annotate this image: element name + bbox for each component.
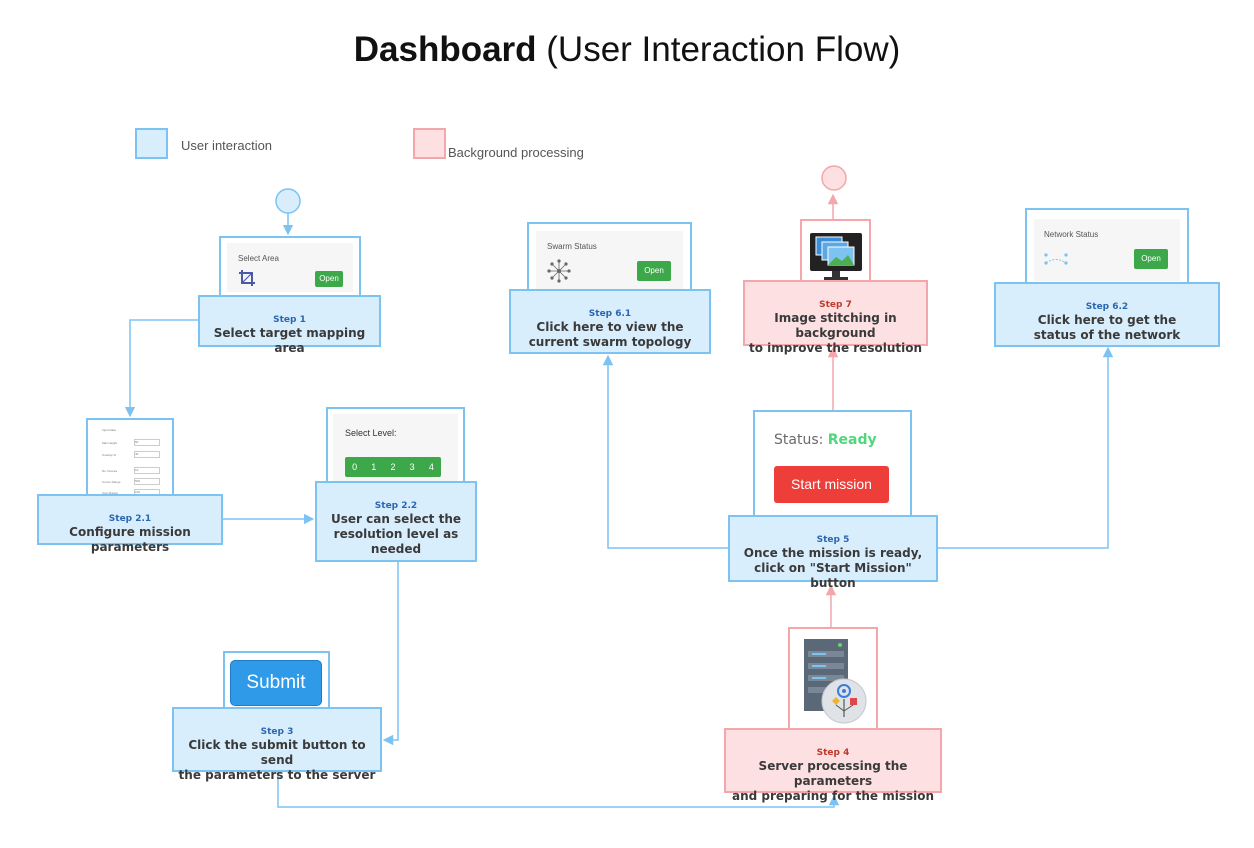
step-4-desc-1: Server processing the parameters bbox=[758, 759, 908, 788]
step-7-desc-1: Image stitching in background bbox=[774, 311, 897, 340]
step-6-1-desc-2: current swarm topology bbox=[528, 335, 692, 349]
step-6-1-number: Step 6.1 bbox=[588, 309, 632, 319]
step-1-desc-1: Select target mapping area bbox=[213, 326, 366, 355]
step-2-2-box: Step 2.2 User can select the resolution … bbox=[315, 481, 477, 562]
step-2-1-number: Step 2.1 bbox=[108, 514, 152, 524]
select-area-title: Select Area bbox=[238, 254, 279, 263]
step-1-number: Step 1 bbox=[273, 315, 306, 325]
step-3-desc-2: the parameters to the server bbox=[178, 768, 376, 782]
legend-background-label: Background processing bbox=[448, 145, 584, 160]
server-card bbox=[788, 627, 878, 740]
level-option-2[interactable]: 2 bbox=[390, 462, 395, 472]
step-1-box: Step 1 Select target mapping area bbox=[198, 295, 381, 355]
step-2-2-desc-1: User can select the bbox=[330, 512, 462, 526]
end-node bbox=[821, 165, 847, 191]
start-mission-card: Status: Ready Start mission bbox=[753, 410, 912, 528]
submit-button[interactable]: Submit bbox=[230, 660, 322, 706]
step-3-number: Step 3 bbox=[260, 727, 294, 737]
swarm-status-open-button[interactable]: Open bbox=[637, 261, 671, 281]
select-level-title: Select Level: bbox=[345, 428, 397, 438]
start-mission-button[interactable]: Start mission bbox=[774, 466, 889, 503]
select-area-card: Select Area Open bbox=[219, 236, 361, 298]
page-title: Dashboard (User Interaction Flow) bbox=[353, 30, 901, 69]
step-2-1-desc-1: Configure mission parameters bbox=[69, 525, 191, 554]
form-label-1: Overlap % bbox=[102, 453, 117, 457]
step-5-box: Step 5 Once the mission is ready, click … bbox=[728, 515, 938, 590]
legend-background-swatch bbox=[413, 128, 446, 159]
step-6-2-desc-2: status of the network bbox=[1033, 328, 1181, 342]
start-node bbox=[275, 188, 301, 214]
step-3-box: Step 3 Click the submit button to send t… bbox=[172, 707, 382, 782]
level-option-1[interactable]: 1 bbox=[371, 462, 376, 472]
status-label: Status: bbox=[774, 432, 824, 448]
stitching-card bbox=[800, 219, 871, 289]
form-field-2[interactable]: 10 bbox=[134, 467, 160, 474]
step-2-2-desc-3: needed bbox=[370, 542, 422, 556]
form-field-3[interactable]: 500 bbox=[134, 478, 160, 485]
monitor-images-icon bbox=[810, 233, 862, 280]
step-6-2-number: Step 6.2 bbox=[1085, 302, 1129, 312]
swarm-topology-icon bbox=[547, 259, 571, 283]
mission-status: Status: Ready bbox=[774, 432, 877, 448]
step-2-2-desc-2: resolution level as bbox=[333, 527, 459, 541]
step-6-1-desc-1: Click here to view the bbox=[536, 320, 684, 334]
step-6-2-box: Step 6.2 Click here to get the status of… bbox=[994, 282, 1220, 347]
form-field-1[interactable]: 40 bbox=[134, 451, 160, 458]
connector-step1-to-step2-1 bbox=[124, 319, 198, 418]
step-7-box: Step 7 Image stitching in background to … bbox=[743, 280, 928, 355]
swarm-status-title: Swarm Status bbox=[547, 242, 597, 251]
form-field-0[interactable]: 50 bbox=[134, 439, 160, 446]
connector-step2-2-to-step3 bbox=[382, 562, 399, 746]
crop-icon bbox=[239, 270, 255, 286]
step-5-desc-2: click on "Start Mission" button bbox=[754, 561, 912, 590]
step-5-number: Step 5 bbox=[816, 535, 850, 545]
step-4-box: Step 4 Server processing the parameters … bbox=[724, 728, 942, 803]
form-title: Input Data bbox=[102, 428, 116, 432]
legend-user-label: User interaction bbox=[181, 138, 273, 153]
step-5-desc-1: Once the mission is ready, bbox=[743, 546, 923, 560]
form-label-2: No. Drones bbox=[102, 469, 118, 473]
step-3-desc-1: Click the submit button to send bbox=[188, 738, 366, 767]
level-option-3[interactable]: 3 bbox=[410, 462, 415, 472]
level-option-0[interactable]: 0 bbox=[352, 462, 357, 472]
form-label-0: Max Height bbox=[102, 441, 118, 445]
network-icon bbox=[1044, 253, 1068, 265]
resolution-level-selector[interactable]: 0 1 2 3 4 bbox=[345, 457, 441, 477]
step-6-1-box: Step 6.1 Click here to view the current … bbox=[509, 289, 711, 354]
form-label-3: Comm Range bbox=[102, 480, 121, 484]
step-2-1-box: Step 2.1 Configure mission parameters bbox=[37, 494, 223, 554]
step-2-2-number: Step 2.2 bbox=[374, 501, 418, 511]
connector-step5-to-step6-2 bbox=[938, 346, 1114, 549]
select-area-open-button[interactable]: Open bbox=[315, 271, 343, 287]
network-status-title: Network Status bbox=[1044, 230, 1099, 239]
legend-user-swatch bbox=[135, 128, 168, 159]
step-6-2-desc-1: Click here to get the bbox=[1037, 313, 1177, 327]
connector-step5-to-step6-1 bbox=[602, 354, 728, 549]
server-settings-icon bbox=[804, 639, 867, 724]
network-status-open-button[interactable]: Open bbox=[1134, 249, 1168, 269]
step-7-number: Step 7 bbox=[819, 300, 852, 310]
level-option-4[interactable]: 4 bbox=[429, 462, 434, 472]
step-7-desc-2: to improve the resolution bbox=[749, 341, 922, 355]
step-4-number: Step 4 bbox=[816, 748, 850, 758]
step-4-desc-2: and preparing for the mission bbox=[731, 789, 935, 803]
select-level-card: Select Level: 0 1 2 3 4 bbox=[326, 407, 465, 492]
status-value: Ready bbox=[827, 432, 877, 448]
